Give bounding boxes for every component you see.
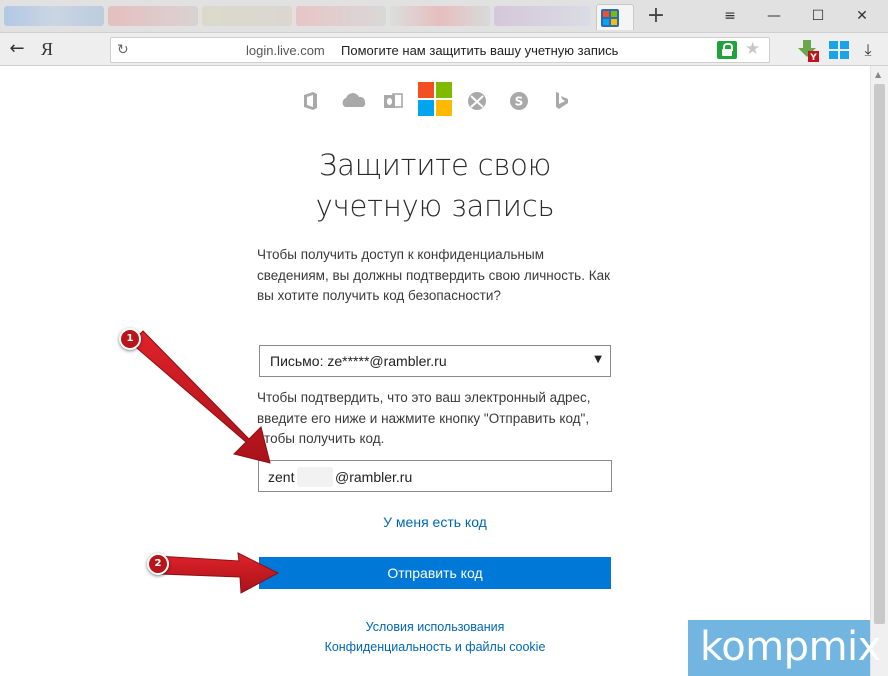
microsoft-favicon-icon [601,9,619,27]
email-input[interactable]: zent @rambler.ru [258,460,612,492]
lock-icon[interactable] [717,41,737,59]
email-redaction [297,467,333,487]
title-line-2: учетную запись [315,189,555,223]
onedrive-icon [340,90,368,112]
select-value: Письмо: ze*****@rambler.ru [270,353,447,369]
office-icon [300,90,322,112]
tab-bar: + ≡ — ☐ ✕ [0,0,888,33]
page-title: Защитите свою учетную запись [250,145,620,227]
blurred-tab[interactable] [108,6,198,26]
annotation-arrow-1 [130,330,271,464]
new-tab-button[interactable]: + [644,3,668,29]
download-extension-icon[interactable]: Y [796,38,820,62]
address-bar: ← Я ↻ login.live.com Помогите нам защити… [0,33,888,66]
send-code-button[interactable]: Отправить код [259,557,611,589]
close-button[interactable]: ✕ [842,2,882,30]
yandex-logo[interactable]: Я [38,37,56,61]
intro-text: Чтобы получить доступ к конфиденциальным… [257,247,610,303]
have-code-link[interactable]: У меня есть код [258,514,612,530]
minimize-button[interactable]: — [754,2,794,30]
microsoft-logo [418,82,452,116]
annotation-badge-2: 2 [147,553,169,575]
blurred-tab[interactable] [494,6,590,26]
watermark-logo: kompmix [688,620,881,676]
blurred-tab[interactable] [390,6,490,26]
title-line-1: Защитите свою [318,148,552,182]
url-field[interactable]: ↻ login.live.com Помогите нам защитить в… [110,37,770,63]
tab-active[interactable] [596,4,634,30]
svg-text:S: S [515,95,524,109]
url-host: login.live.com [246,43,325,58]
verification-method-select[interactable]: Письмо: ze*****@rambler.ru ▼ [259,345,611,377]
xbox-icon [466,90,488,112]
blurred-tab[interactable] [202,6,292,26]
product-icons: S [296,82,586,118]
annotation-badge-1: 1 [119,328,141,350]
blurred-tab[interactable] [4,6,104,26]
downloads-icon[interactable]: ⤓ [858,38,878,62]
dropdown-arrow-icon[interactable]: ▼ [594,354,602,365]
outlook-icon [382,90,404,112]
reload-icon[interactable]: ↻ [117,40,133,60]
bing-icon [550,90,572,112]
windows-extension-icon[interactable] [828,40,850,60]
terms-link[interactable]: Условия использования [258,620,612,634]
menu-button[interactable]: ≡ [710,2,750,30]
bookmark-star-icon[interactable]: ★ [745,39,760,59]
scroll-up-arrow-icon[interactable]: ▲ [875,70,881,79]
back-button[interactable]: ← [6,37,28,61]
scroll-thumb[interactable] [874,84,885,624]
privacy-link[interactable]: Конфиденциальность и файлы cookie [258,640,612,654]
scrollbar[interactable]: ▲ [870,66,888,676]
page-tab-title: Помогите нам защитить вашу учетную запис… [341,43,619,58]
skype-icon: S [508,90,530,112]
watermark-text: kompmix [700,624,881,670]
email-value-start: zent [268,469,295,485]
email-value-end: @rambler.ru [335,469,413,485]
blurred-tab[interactable] [296,6,386,26]
maximize-button[interactable]: ☐ [798,2,838,30]
confirm-text: Чтобы подтвердить, что это ваш электронн… [257,390,591,446]
svg-text:Y: Y [809,53,817,62]
